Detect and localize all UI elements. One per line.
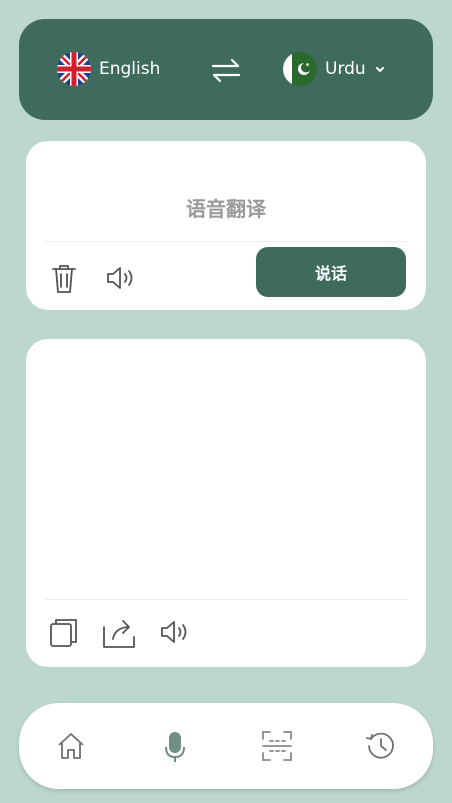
input-placeholder[interactable]: 语音翻译 [26, 193, 426, 222]
speaker-icon [107, 267, 133, 289]
uk-flag-icon [57, 52, 91, 86]
pakistan-flag-icon [283, 52, 317, 86]
bottom-navigation [19, 703, 433, 789]
input-divider [45, 241, 407, 242]
output-card [26, 339, 426, 667]
source-language-label: English [99, 59, 161, 79]
nav-scan[interactable] [260, 729, 294, 763]
copy-icon [50, 619, 77, 647]
share-button[interactable] [101, 615, 135, 649]
output-speaker-button[interactable] [158, 615, 192, 649]
swap-languages-button[interactable] [209, 53, 243, 87]
microphone-icon [165, 732, 185, 762]
delete-button[interactable] [47, 261, 81, 295]
share-icon [103, 620, 135, 648]
target-language-selector[interactable]: Urdu [283, 52, 386, 86]
input-card: 语音翻译 说话 [26, 141, 426, 310]
nav-home[interactable] [54, 729, 88, 763]
speaker-icon [161, 621, 187, 643]
nav-voice[interactable] [158, 729, 192, 763]
speak-button[interactable]: 说话 [256, 247, 406, 297]
home-icon [58, 733, 84, 759]
scan-icon [262, 731, 292, 761]
trash-icon [52, 265, 76, 293]
language-bar: English Urdu [19, 19, 433, 120]
target-language-label: Urdu [325, 59, 366, 79]
history-icon [366, 732, 394, 759]
input-speaker-button[interactable] [104, 261, 138, 295]
nav-history[interactable] [364, 729, 398, 763]
copy-button[interactable] [47, 615, 81, 649]
output-divider [45, 599, 407, 600]
chevron-down-icon [375, 67, 384, 73]
swap-icon [211, 58, 241, 83]
source-language-selector[interactable]: English [57, 52, 160, 86]
